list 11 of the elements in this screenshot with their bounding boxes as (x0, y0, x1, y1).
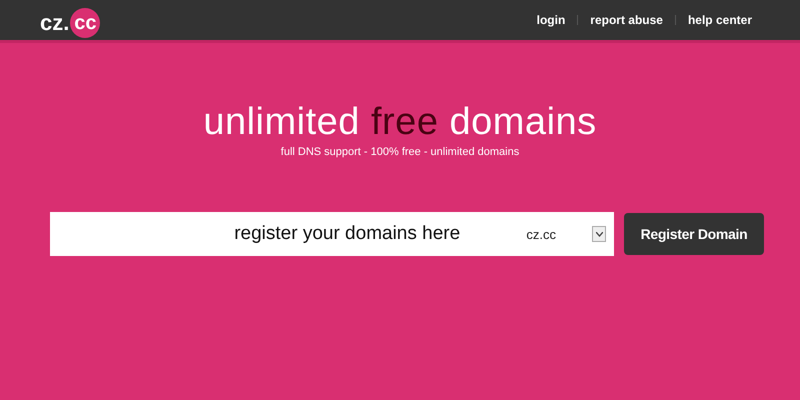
nav-link[interactable]: report abuse (578, 13, 675, 27)
headline: unlimited free domains (203, 101, 597, 144)
extension-select[interactable]: cz.cc (526, 212, 614, 256)
logo-badge: cc (70, 8, 100, 38)
logo-text: cz. (40, 10, 70, 36)
nav-link[interactable]: login (524, 13, 578, 27)
register-button[interactable]: Register Domain (624, 213, 764, 255)
caret-icon (596, 232, 602, 236)
tagline: full DNS support - 100% free - unlimited domains (280, 146, 520, 158)
domain-field[interactable]: register your domains here (50, 212, 526, 256)
nav-link[interactable]: help center (676, 13, 764, 27)
